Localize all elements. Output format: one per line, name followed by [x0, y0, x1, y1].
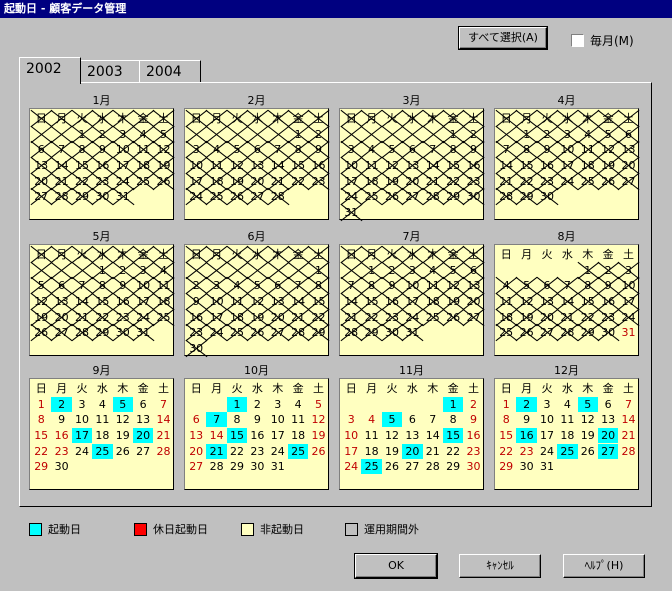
legend-label: 非起動日: [260, 523, 304, 536]
legend-label: 休日起動日: [153, 523, 208, 536]
tab-2002[interactable]: 2002: [19, 57, 81, 84]
window-title: 起動日 - 顧客データ管理: [4, 2, 127, 15]
legend-startup-day: 起動日: [29, 521, 81, 537]
legend-non-startup-day: 非起動日: [241, 521, 304, 537]
legend-label: 運用期間外: [364, 523, 419, 536]
legend-swatch: [241, 522, 254, 536]
legend-out-of-period: 運用期間外: [345, 521, 419, 537]
monthly-checkbox[interactable]: 毎月(M): [571, 32, 634, 49]
tab-2003[interactable]: 2003: [80, 60, 140, 82]
legend-swatch: [134, 522, 147, 536]
tab-2004[interactable]: 2004: [139, 60, 201, 82]
cancel-button[interactable]: ｷｬﾝｾﾙ: [459, 554, 541, 578]
legend-swatch: [29, 522, 42, 536]
select-all-button[interactable]: すべて選択(A): [458, 26, 548, 50]
title-bar: 起動日 - 顧客データ管理: [0, 0, 672, 18]
legend-label: 起動日: [48, 523, 81, 536]
legend-swatch: [345, 522, 358, 536]
monthly-checkbox-box[interactable]: [571, 34, 584, 47]
help-button[interactable]: ﾍﾙﾌﾟ(H): [563, 554, 645, 578]
legend-holiday-startup-day: 休日起動日: [134, 521, 208, 537]
calendar-panel: [19, 82, 652, 507]
ok-button[interactable]: OK: [354, 553, 438, 579]
monthly-checkbox-label: 毎月(M): [590, 34, 634, 48]
